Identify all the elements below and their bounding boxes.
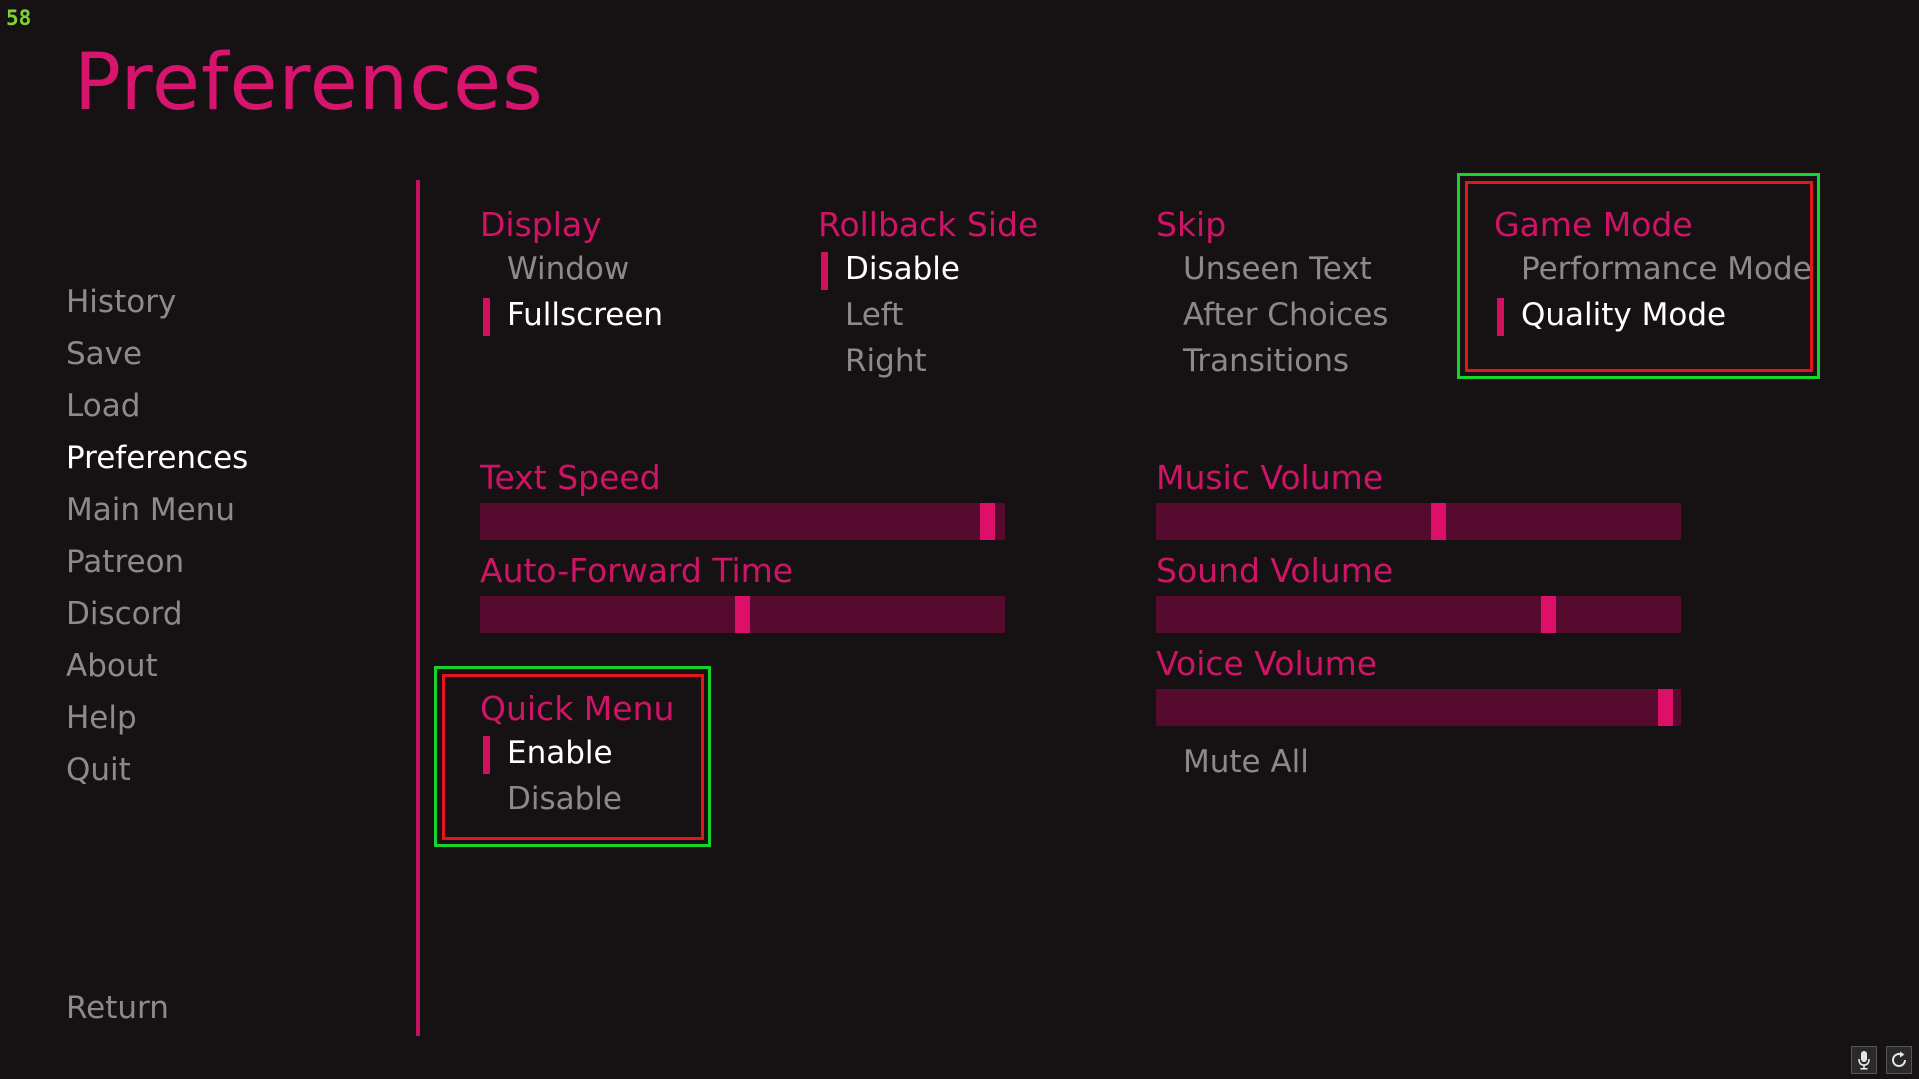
auto-forward-label: Auto-Forward Time — [480, 551, 794, 590]
sound-volume-thumb[interactable] — [1541, 596, 1556, 633]
sound-volume-label: Sound Volume — [1156, 551, 1394, 590]
rollback-option-left[interactable]: Left — [818, 300, 903, 331]
sound-volume-slider[interactable] — [1156, 596, 1681, 633]
nav-item-history[interactable]: History — [66, 287, 176, 318]
skip-option-unseen-text[interactable]: Unseen Text — [1156, 254, 1372, 285]
rollback-option-disable[interactable]: Disable — [818, 252, 960, 290]
text-speed-slider[interactable] — [480, 503, 1005, 540]
nav-divider — [416, 180, 420, 1036]
nav-item-load[interactable]: Load — [66, 391, 140, 422]
game-mode-option-performance[interactable]: Performance Mode — [1494, 254, 1812, 285]
game-mode-option-quality[interactable]: Quality Mode — [1494, 298, 1726, 336]
skip-option-after-choices[interactable]: After Choices — [1156, 300, 1388, 331]
page-title: Preferences — [74, 38, 544, 128]
fps-counter: 58 — [6, 6, 32, 30]
refresh-icon[interactable] — [1886, 1046, 1912, 1074]
voice-volume-thumb[interactable] — [1658, 689, 1673, 726]
nav-item-main-menu[interactable]: Main Menu — [66, 495, 235, 526]
nav-item-patreon[interactable]: Patreon — [66, 547, 184, 578]
mute-all-button[interactable]: Mute All — [1183, 747, 1309, 778]
quick-menu-option-disable[interactable]: Disable — [480, 784, 622, 815]
nav-item-preferences[interactable]: Preferences — [66, 443, 248, 474]
display-option-fullscreen[interactable]: Fullscreen — [480, 298, 663, 336]
auto-forward-slider[interactable] — [480, 596, 1005, 633]
microphone-icon[interactable] — [1851, 1046, 1877, 1074]
nav-item-return[interactable]: Return — [66, 993, 169, 1024]
music-volume-thumb[interactable] — [1431, 503, 1446, 540]
voice-volume-label: Voice Volume — [1156, 644, 1378, 683]
text-speed-label: Text Speed — [480, 458, 661, 497]
nav-item-help[interactable]: Help — [66, 703, 137, 734]
game-mode-label: Game Mode — [1494, 205, 1693, 244]
skip-option-transitions[interactable]: Transitions — [1156, 346, 1349, 377]
preferences-screen: 58 Preferences History Save Load Prefere… — [0, 0, 1919, 1079]
display-label: Display — [480, 205, 602, 244]
music-volume-slider[interactable] — [1156, 503, 1681, 540]
text-speed-thumb[interactable] — [980, 503, 995, 540]
music-volume-label: Music Volume — [1156, 458, 1384, 497]
rollback-option-right[interactable]: Right — [818, 346, 927, 377]
auto-forward-thumb[interactable] — [735, 596, 750, 633]
nav-item-save[interactable]: Save — [66, 339, 142, 370]
rollback-side-label: Rollback Side — [818, 205, 1039, 244]
display-option-window[interactable]: Window — [480, 254, 629, 285]
nav-item-quit[interactable]: Quit — [66, 755, 131, 786]
voice-volume-slider[interactable] — [1156, 689, 1681, 726]
quick-menu-option-enable[interactable]: Enable — [480, 736, 613, 774]
nav-item-about[interactable]: About — [66, 651, 158, 682]
skip-label: Skip — [1156, 205, 1227, 244]
quick-menu-label: Quick Menu — [480, 689, 675, 728]
nav-item-discord[interactable]: Discord — [66, 599, 183, 630]
